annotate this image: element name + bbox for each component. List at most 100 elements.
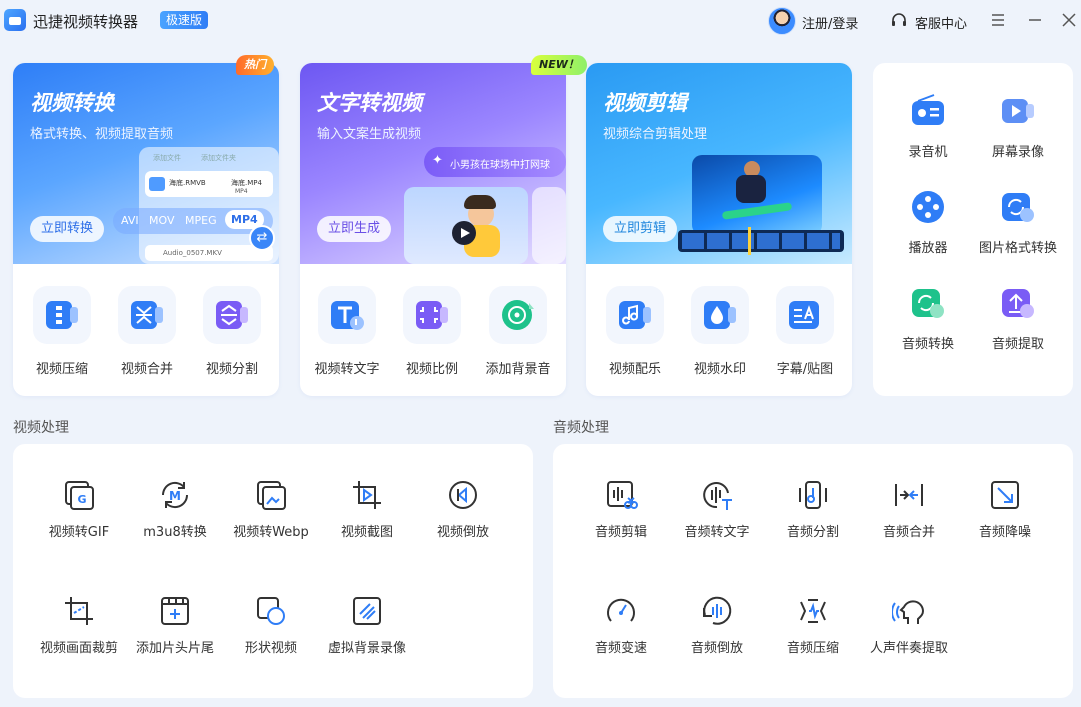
screen-record-tool[interactable]: 屏幕录像: [968, 87, 1068, 160]
tool-label: 形状视频: [244, 641, 297, 656]
format-avi: AVI: [121, 214, 139, 227]
tool-label: 音频分割: [786, 525, 839, 540]
virtual-bg-record-tool[interactable]: 虚拟背景录像: [319, 594, 415, 656]
minimize-icon[interactable]: [1027, 12, 1043, 28]
user-avatar[interactable]: [768, 7, 796, 35]
video-convert-card[interactable]: 视频转换 格式转换、视频提取音频 添加文件 添加文件夹 海底.RMVB 海底.M…: [13, 63, 279, 396]
customer-service-link[interactable]: 客服中心: [915, 13, 967, 32]
video-compress-tool[interactable]: 视频压缩: [18, 264, 106, 377]
illus-file-1: 海底.RMVB: [169, 179, 206, 187]
audio-split-tool[interactable]: 音频分割: [765, 478, 861, 540]
tennis-boy-illustration: [404, 187, 528, 264]
video-crop-tool[interactable]: 视频画面裁剪: [31, 594, 127, 656]
illus-add-file: 添加文件: [153, 154, 181, 162]
convert-now-button[interactable]: 立即转换: [30, 216, 105, 242]
audio-merge-tool[interactable]: 音频合并: [861, 478, 957, 540]
tool-label: 音频提取: [991, 337, 1044, 352]
video-music-tool[interactable]: 视频配乐: [591, 264, 679, 377]
play-icon: [452, 221, 476, 245]
login-link[interactable]: 注册/登录: [802, 13, 858, 32]
image-format-convert-tool[interactable]: 图片格式转换: [968, 183, 1068, 256]
audio-cut-icon: [607, 481, 638, 509]
prompt-bubble: ✦ 小男孩在球场中打网球: [424, 147, 566, 177]
subtitle-sticker-tool[interactable]: 字幕/贴图: [761, 264, 849, 377]
voice-profile-icon: [892, 600, 925, 624]
video-to-text-tool[interactable]: 视频转文字: [303, 264, 391, 377]
audio-extract-tool[interactable]: 音频提取: [968, 279, 1068, 352]
text-to-video-card[interactable]: 文字转视频 输入文案生成视频 ✦ 小男孩在球场中打网球 立即生成 视频转文字 视…: [300, 63, 566, 396]
video-to-webp-tool[interactable]: 视频转Webp: [223, 478, 319, 540]
tool-label: 音频变速: [594, 641, 647, 656]
tool-label: 音频压缩: [786, 641, 839, 656]
video-compress-icon: [33, 286, 91, 344]
audio-cut-tool[interactable]: 音频剪辑: [573, 478, 669, 540]
audio-to-text-tool[interactable]: 音频转文字: [669, 478, 765, 540]
video-split-tool[interactable]: 视频分割: [188, 264, 276, 377]
tool-label: 播放器: [908, 241, 948, 256]
add-bgm-tool[interactable]: 添加背景音: [474, 264, 562, 377]
crop-icon: [65, 597, 93, 625]
tool-label: 视频画面裁剪: [39, 641, 118, 656]
video-file-icon: [149, 177, 165, 191]
tool-label: 录音机: [908, 145, 948, 160]
illus-file-2: 海底.MP4: [231, 179, 262, 187]
svg-text:G: G: [77, 493, 86, 506]
video-split-icon: [203, 286, 261, 344]
audio-convert-tool[interactable]: 音频转换: [878, 279, 978, 352]
card-subtitle: 输入文案生成视频: [317, 127, 422, 142]
video-screenshot-tool[interactable]: 视频截图: [319, 478, 415, 540]
tool-label: 视频配乐: [608, 362, 661, 377]
prompt-text: 小男孩在球场中打网球: [450, 160, 550, 171]
denoise-icon: [991, 481, 1019, 509]
radio-icon: [904, 87, 952, 135]
hot-badge: 热门: [236, 55, 274, 75]
text-to-video-hero[interactable]: 文字转视频 输入文案生成视频 ✦ 小男孩在球场中打网球 立即生成: [300, 63, 566, 264]
illus-add-folder: 添加文件夹: [201, 154, 236, 162]
tool-label: 视频比例: [405, 362, 458, 377]
app-title: 迅捷视频转换器: [33, 13, 139, 31]
tool-label: 音频倒放: [690, 641, 743, 656]
video-processing-panel: G 视频转GIF M m3u8转换 视频转Webp 视频截图 视频倒放 视频画面…: [13, 444, 533, 698]
shape-video-tool[interactable]: 形状视频: [223, 594, 319, 656]
tool-label: 视频压缩: [35, 362, 88, 377]
video-edit-card[interactable]: 视频剪辑 视频综合剪辑处理 立即剪辑 视频配乐 视频水印 字幕/贴图: [586, 63, 852, 396]
reverse-play-icon: [449, 481, 477, 509]
tool-label: 视频水印: [693, 362, 746, 377]
audio-denoise-tool[interactable]: 音频降噪: [957, 478, 1053, 540]
audio-speed-tool[interactable]: 音频变速: [573, 594, 669, 656]
subtitle-sticker-icon: [776, 286, 834, 344]
tool-label: 音频降噪: [978, 525, 1031, 540]
tool-label: 音频转换: [901, 337, 954, 352]
m3u8-convert-tool[interactable]: M m3u8转换: [127, 478, 223, 540]
vocal-extract-tool[interactable]: 人声伴奏提取: [861, 594, 957, 656]
skateboarder-illustration: [692, 155, 822, 235]
video-ratio-tool[interactable]: 视频比例: [388, 264, 476, 377]
audio-compress-tool[interactable]: 音频压缩: [765, 594, 861, 656]
player-tool[interactable]: 播放器: [878, 183, 978, 256]
video-ratio-icon: [403, 286, 461, 344]
headset-icon[interactable]: [890, 12, 908, 30]
tool-label: 视频合并: [120, 362, 173, 377]
m3u8-icon: M: [161, 481, 189, 509]
screenshot-icon: [353, 481, 381, 509]
tool-label: 视频分割: [205, 362, 258, 377]
video-edit-hero[interactable]: 视频剪辑 视频综合剪辑处理 立即剪辑: [586, 63, 852, 264]
menu-icon[interactable]: [990, 12, 1006, 28]
screen-record-icon: [994, 87, 1042, 135]
edit-now-button[interactable]: 立即剪辑: [603, 216, 678, 242]
video-watermark-tool[interactable]: 视频水印: [676, 264, 764, 377]
tool-label: 视频倒放: [436, 525, 489, 540]
tool-label: 音频剪辑: [594, 525, 647, 540]
card-title: 视频转换: [30, 91, 114, 115]
close-icon[interactable]: [1061, 12, 1077, 28]
tool-label: 添加背景音: [485, 362, 551, 377]
add-intro-outro-tool[interactable]: 添加片头片尾: [127, 594, 223, 656]
recorder-tool[interactable]: 录音机: [878, 87, 978, 160]
tool-label: 视频截图: [340, 525, 393, 540]
audio-reverse-tool[interactable]: 音频倒放: [669, 594, 765, 656]
generate-now-button[interactable]: 立即生成: [317, 216, 392, 242]
video-convert-hero[interactable]: 视频转换 格式转换、视频提取音频 添加文件 添加文件夹 海底.RMVB 海底.M…: [13, 63, 279, 264]
video-to-gif-tool[interactable]: G 视频转GIF: [31, 478, 127, 540]
video-reverse-tool[interactable]: 视频倒放: [415, 478, 511, 540]
video-merge-tool[interactable]: 视频合并: [103, 264, 191, 377]
